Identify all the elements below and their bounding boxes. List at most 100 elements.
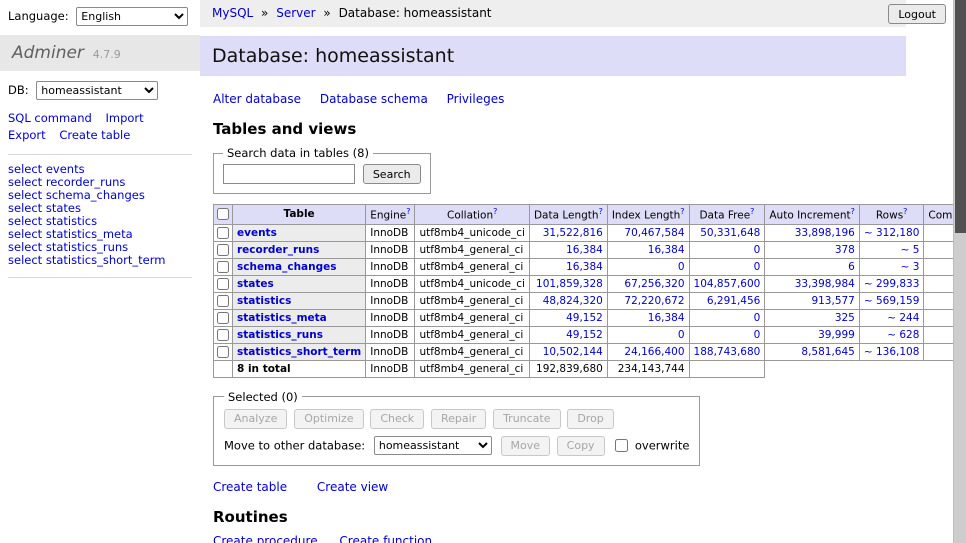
data-length-link[interactable]: 48,824,320 — [543, 295, 603, 307]
breadcrumb-server-link[interactable]: Server — [276, 6, 315, 20]
overwrite-checkbox[interactable] — [615, 439, 628, 452]
create-table-link[interactable]: Create table — [213, 480, 287, 494]
rows-count-link[interactable]: ~ 5 — [901, 244, 920, 256]
row-checkbox[interactable] — [217, 244, 229, 256]
select-all-checkbox[interactable] — [217, 208, 229, 220]
create-procedure-link[interactable]: Create procedure — [213, 534, 318, 543]
move-db-select[interactable]: homeassistant — [374, 436, 492, 455]
table-name-link[interactable]: schema_changes — [237, 261, 337, 273]
index-length-link[interactable]: 16,384 — [648, 244, 685, 256]
data-free-link[interactable]: 0 — [754, 329, 761, 341]
data-free-link[interactable]: 0 — [754, 312, 761, 324]
rows-count-link[interactable]: ~ 569,159 — [864, 295, 920, 307]
row-checkbox-cell — [214, 326, 233, 343]
auto-increment-link[interactable]: 39,999 — [818, 329, 855, 341]
create-function-link[interactable]: Create function — [339, 534, 432, 543]
selected-action-button[interactable]: Check — [370, 409, 424, 429]
data-length-cell: 16,384 — [529, 258, 607, 275]
data-length-link[interactable]: 16,384 — [566, 244, 603, 256]
auto-increment-link[interactable]: 6 — [848, 261, 855, 273]
data-free-link[interactable]: 6,291,456 — [707, 295, 760, 307]
data-length-link[interactable]: 10,502,144 — [543, 346, 603, 358]
export-link[interactable]: Export — [8, 128, 46, 142]
row-checkbox[interactable] — [217, 329, 229, 341]
rows-count-link[interactable]: ~ 628 — [887, 329, 919, 341]
privileges-link[interactable]: Privileges — [447, 92, 505, 106]
scrollbar-thumb[interactable] — [955, 0, 966, 233]
rows-count-link[interactable]: ~ 312,180 — [864, 227, 920, 239]
move-button[interactable]: Move — [501, 436, 551, 456]
auto-increment-link[interactable]: 913,577 — [811, 295, 854, 307]
index-length-link[interactable]: 72,220,672 — [624, 295, 684, 307]
sql-command-link[interactable]: SQL command — [8, 111, 92, 125]
data-length-link[interactable]: 16,384 — [566, 261, 603, 273]
db-select[interactable]: homeassistant — [36, 81, 158, 100]
auto-increment-link[interactable]: 378 — [835, 244, 855, 256]
engine-hint-link[interactable]: ? — [406, 207, 410, 216]
index-length-link[interactable]: 67,256,320 — [624, 278, 684, 290]
auto-increment-link[interactable]: 8,581,645 — [801, 346, 854, 358]
auto-increment-hint-link[interactable]: ? — [851, 207, 855, 216]
data-free-link[interactable]: 50,331,648 — [700, 227, 760, 239]
create-view-link[interactable]: Create view — [317, 480, 388, 494]
data-length-cell: 16,384 — [529, 241, 607, 258]
index-length-link[interactable]: 70,467,584 — [624, 227, 684, 239]
index-length-link[interactable]: 24,166,400 — [624, 346, 684, 358]
index-length-link[interactable]: 0 — [678, 261, 685, 273]
selected-action-button[interactable]: Drop — [567, 409, 613, 429]
row-checkbox[interactable] — [217, 295, 229, 307]
copy-button[interactable]: Copy — [557, 436, 605, 456]
rows-count-link[interactable]: ~ 244 — [887, 312, 919, 324]
data-free-hint-link[interactable]: ? — [750, 207, 754, 216]
table-name-link[interactable]: recorder_runs — [237, 244, 319, 256]
data-free-link[interactable]: 104,857,600 — [694, 278, 761, 290]
rows-count-link[interactable]: ~ 3 — [901, 261, 920, 273]
row-checkbox[interactable] — [217, 312, 229, 324]
row-checkbox[interactable] — [217, 278, 229, 290]
sidebar-table-link[interactable]: select statistics_short_term — [8, 254, 192, 267]
create-table-link-sidebar[interactable]: Create table — [59, 128, 130, 142]
auto-increment-link[interactable]: 325 — [835, 312, 855, 324]
overwrite-label[interactable]: overwrite — [635, 438, 690, 452]
selected-action-button[interactable]: Truncate — [493, 409, 560, 429]
table-name-link[interactable]: statistics_runs — [237, 329, 323, 341]
selected-action-button[interactable]: Optimize — [294, 409, 363, 429]
row-checkbox[interactable] — [217, 346, 229, 358]
row-checkbox[interactable] — [217, 227, 229, 239]
data-free-link[interactable]: 188,743,680 — [694, 346, 761, 358]
database-schema-link[interactable]: Database schema — [320, 92, 428, 106]
data-length-link[interactable]: 31,522,816 — [543, 227, 603, 239]
table-name-link[interactable]: statistics_meta — [237, 312, 327, 324]
table-name-link[interactable]: statistics — [237, 295, 291, 307]
language-select[interactable]: English — [76, 7, 188, 26]
selected-action-button[interactable]: Analyze — [224, 409, 287, 429]
data-length-link[interactable]: 101,859,328 — [536, 278, 603, 290]
table-name-link[interactable]: statistics_short_term — [237, 346, 361, 358]
data-free-link[interactable]: 0 — [754, 244, 761, 256]
breadcrumb-mysql-link[interactable]: MySQL — [212, 6, 253, 20]
vertical-scrollbar[interactable] — [953, 0, 966, 543]
data-length-hint-link[interactable]: ? — [599, 207, 603, 216]
logout-button[interactable]: Logout — [888, 4, 946, 24]
table-name-link[interactable]: states — [237, 278, 274, 290]
import-link[interactable]: Import — [105, 111, 143, 125]
rows-hint-link[interactable]: ? — [903, 207, 907, 216]
row-checkbox[interactable] — [217, 261, 229, 273]
search-input[interactable] — [223, 164, 355, 184]
index-length-link[interactable]: 16,384 — [648, 312, 685, 324]
auto-increment-link[interactable]: 33,398,984 — [795, 278, 855, 290]
auto-increment-link[interactable]: 33,898,196 — [795, 227, 855, 239]
alter-database-link[interactable]: Alter database — [213, 92, 301, 106]
table-name-link[interactable]: events — [237, 227, 277, 239]
rows-count-link[interactable]: ~ 299,833 — [864, 278, 920, 290]
collation-hint-link[interactable]: ? — [493, 207, 497, 216]
data-free-link[interactable]: 0 — [754, 261, 761, 273]
data-length-link[interactable]: 49,152 — [566, 312, 603, 324]
search-button[interactable]: Search — [363, 164, 421, 184]
move-row: Move to other database: homeassistant Mo… — [224, 436, 689, 456]
selected-action-button[interactable]: Repair — [431, 409, 486, 429]
data-length-link[interactable]: 49,152 — [566, 329, 603, 341]
index-length-link[interactable]: 0 — [678, 329, 685, 341]
index-length-hint-link[interactable]: ? — [680, 207, 684, 216]
rows-count-link[interactable]: ~ 136,108 — [864, 346, 920, 358]
